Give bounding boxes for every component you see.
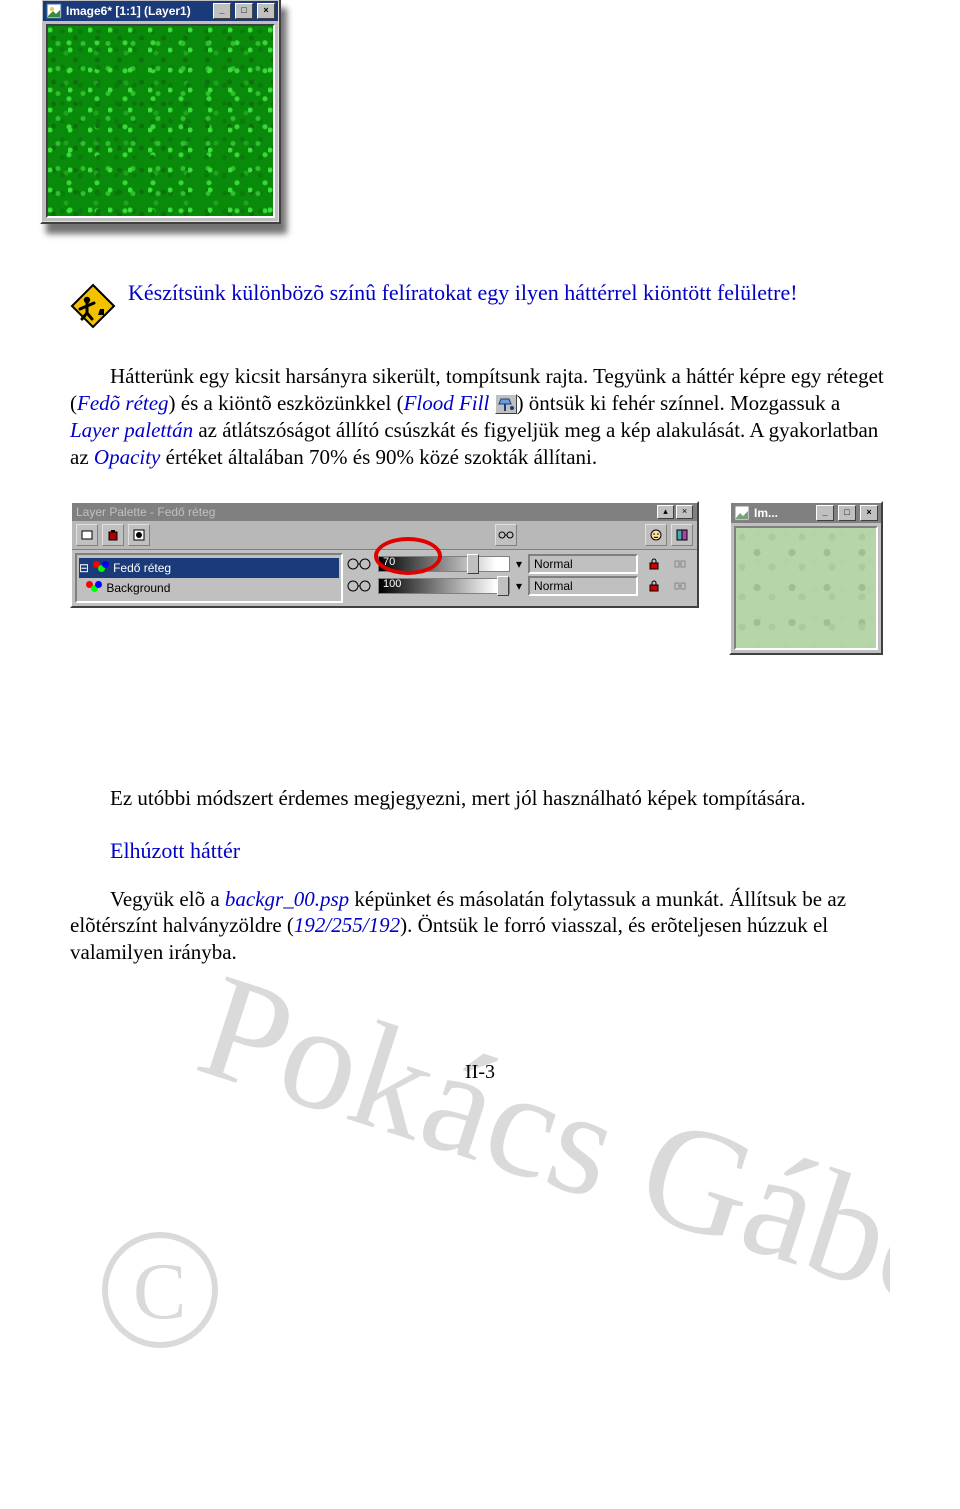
mask-button[interactable]	[128, 524, 150, 546]
maximize-button[interactable]: □	[838, 505, 856, 521]
paragraph-2: Ez utóbbi módszert érdemes megjegyezni, …	[70, 785, 890, 812]
paragraph-3: Vegyük elõ a backgr_00.psp képünket és m…	[70, 886, 890, 967]
task-text: Készítsünk különbözõ színû felíratokat e…	[128, 279, 798, 307]
svg-text:Pokács Gábo: Pokács Gábo	[182, 942, 890, 1343]
svg-text:C: C	[133, 1248, 186, 1336]
subheading: Elhúzott háttér	[70, 837, 890, 865]
preview-titlebar[interactable]: Im... _ □ ×	[731, 503, 881, 523]
face-icon	[645, 524, 667, 546]
palette-toolbar	[72, 521, 697, 550]
minimize-button[interactable]: _	[816, 505, 834, 521]
maximize-button[interactable]: □	[235, 3, 253, 19]
new-layer-button[interactable]	[76, 524, 98, 546]
minimize-button[interactable]: _	[213, 3, 231, 19]
layer-swatch-icon	[86, 581, 102, 595]
opacity-slider[interactable]: 100	[378, 578, 510, 594]
layer-name: Fedő réteg	[113, 561, 171, 575]
blend-mode-select[interactable]: Normal	[528, 554, 638, 574]
flood-fill-icon	[495, 394, 517, 414]
window-titlebar[interactable]: Image6* [1:1] (Layer1) _ □ ×	[43, 1, 278, 21]
close-button[interactable]: ×	[257, 3, 275, 19]
paragraph-1: Hátterünk egy kicsit harsányra sikerült,…	[70, 363, 890, 471]
layer-row-active[interactable]: ⊟ Fedő réteg	[79, 558, 339, 578]
window-title: Image6* [1:1] (Layer1)	[66, 4, 191, 18]
layer-tree: ⊟ Fedő réteg	[75, 553, 343, 603]
task-sign-icon	[70, 283, 116, 329]
palette-title: Layer Palette - Fedő réteg	[76, 505, 215, 519]
layer-props-row: 70 ▾ Normal	[346, 553, 694, 575]
opacity-slider[interactable]: 70	[378, 556, 510, 572]
preview-canvas	[734, 526, 878, 650]
delete-layer-button[interactable]	[102, 524, 124, 546]
palette-close-button[interactable]: ×	[676, 505, 693, 519]
link-icon[interactable]	[670, 577, 690, 595]
link-icon[interactable]	[670, 555, 690, 573]
lock-icon[interactable]	[644, 555, 664, 573]
layer-props-row: 100 ▾ Normal	[346, 575, 694, 597]
layer-palette-window: Layer Palette - Fedő réteg ▴ × ⊟	[70, 501, 699, 608]
glasses-header-icon	[495, 524, 517, 546]
image-editor-window: Image6* [1:1] (Layer1) _ □ ×	[40, 0, 281, 224]
page-number: II-3	[70, 1061, 890, 1084]
layer-name: Background	[106, 581, 170, 595]
layer-swatch-icon	[93, 561, 109, 575]
visibility-icon[interactable]	[346, 557, 372, 571]
palette-titlebar[interactable]: Layer Palette - Fedő réteg ▴ ×	[72, 503, 697, 521]
palette-rollup-button[interactable]: ▴	[657, 505, 674, 519]
app-icon	[46, 3, 62, 19]
lock-icon[interactable]	[644, 577, 664, 595]
preview-title: Im...	[754, 506, 778, 520]
app-icon	[734, 505, 750, 521]
image-canvas	[46, 24, 275, 218]
close-button[interactable]: ×	[860, 505, 878, 521]
preview-window: Im... _ □ ×	[729, 501, 883, 655]
group-icon	[671, 524, 693, 546]
layer-row[interactable]: Background	[79, 578, 339, 598]
blend-mode-select[interactable]: Normal	[528, 576, 638, 596]
visibility-icon[interactable]	[346, 579, 372, 593]
